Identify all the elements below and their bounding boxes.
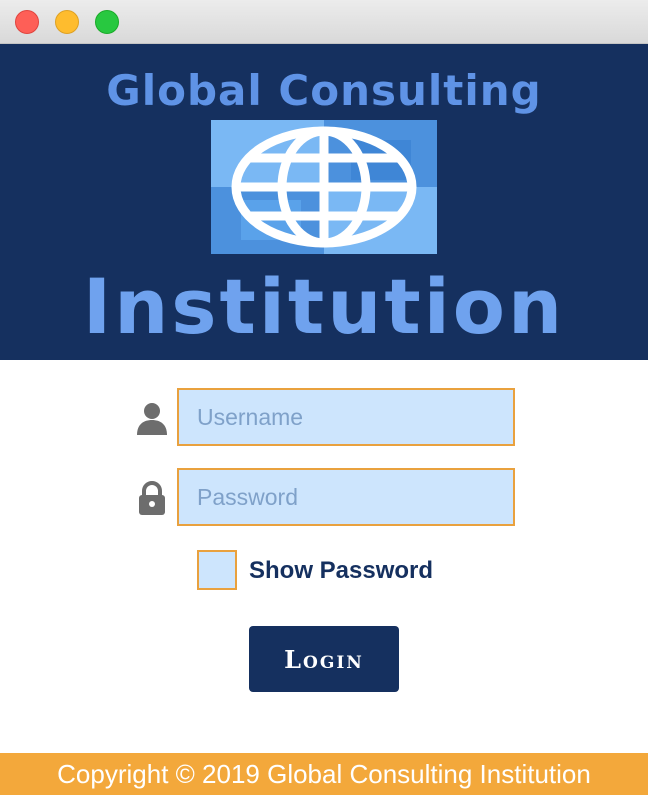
password-input[interactable] [177, 468, 515, 526]
show-password-checkbox[interactable] [197, 550, 237, 590]
lock-icon [139, 481, 165, 515]
copyright-footer: Copyright © 2019 Global Consulting Insti… [0, 753, 648, 795]
window-minimize-button[interactable] [55, 10, 79, 34]
banner-title-top: Global Consulting [106, 66, 542, 115]
window-titlebar[interactable] [0, 0, 648, 44]
banner-title-bottom: Institution [82, 262, 566, 351]
login-button[interactable]: Login [249, 626, 399, 692]
logo-banner: Global Consulting Institution [0, 44, 648, 360]
user-icon [137, 403, 167, 435]
window-maximize-button[interactable] [95, 10, 119, 34]
window-close-button[interactable] [15, 10, 39, 34]
username-input[interactable] [177, 388, 515, 446]
globe-icon [211, 120, 437, 254]
show-password-label[interactable]: Show Password [249, 557, 433, 585]
login-window: Global Consulting Institution Username S… [0, 0, 648, 795]
